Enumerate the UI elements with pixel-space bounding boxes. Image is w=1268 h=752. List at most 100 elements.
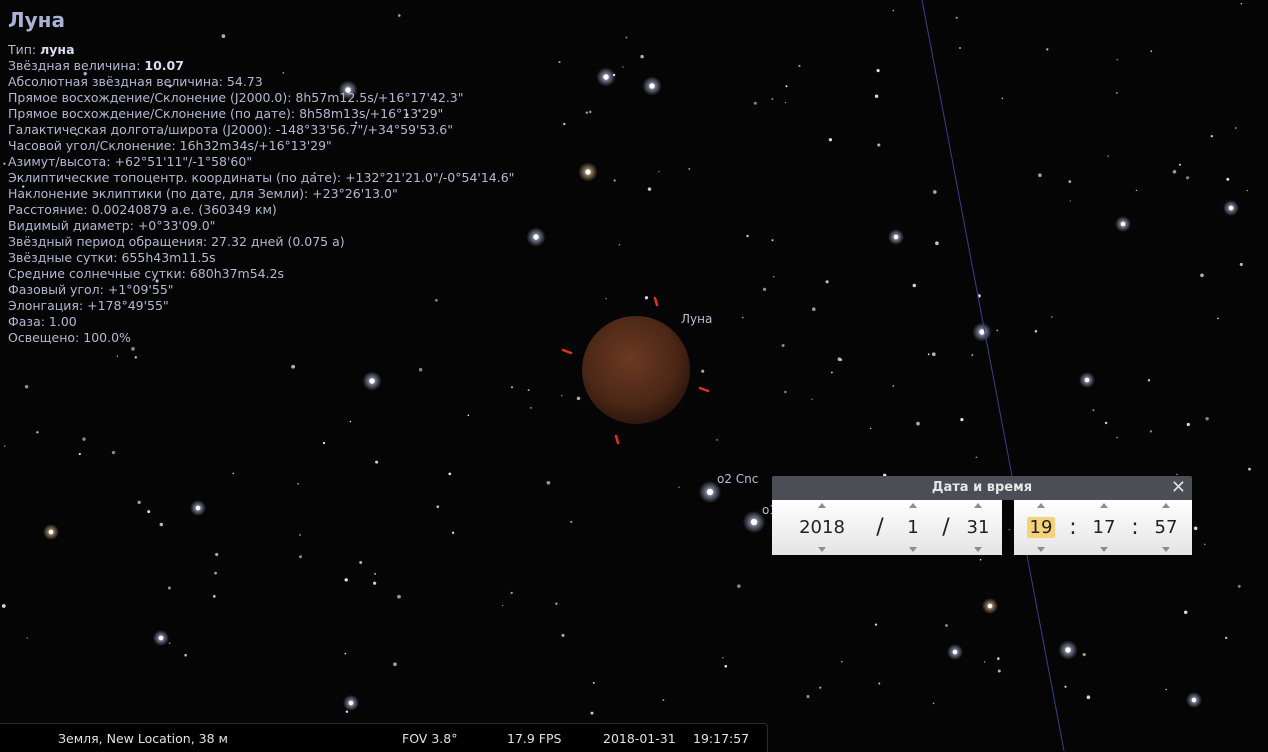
status-fov: FOV 3.8° [402, 731, 458, 746]
star [1150, 50, 1153, 53]
hour-up-arrow-icon[interactable] [1037, 503, 1045, 508]
minute-down-arrow-icon[interactable] [1100, 547, 1108, 552]
month-down-arrow-icon[interactable] [909, 547, 917, 552]
star [195, 505, 201, 511]
star [555, 602, 558, 605]
star [348, 700, 354, 706]
info-row-value: 8h57m12.5s/+16°17'42.3" [295, 90, 464, 105]
star [501, 604, 504, 607]
minute-up-arrow-icon[interactable] [1100, 503, 1108, 508]
info-row-value: 680h37m54.2s [189, 266, 285, 281]
star [874, 623, 878, 626]
minute-spinner[interactable]: 17 [1078, 500, 1130, 555]
star [874, 94, 879, 98]
star [742, 316, 744, 319]
hour-value[interactable]: 19 [1026, 517, 1056, 538]
star [1178, 163, 1181, 166]
star [811, 398, 813, 400]
day-down-arrow-icon[interactable] [974, 547, 982, 552]
star [1069, 200, 1071, 202]
star [644, 296, 649, 300]
star [1176, 473, 1178, 476]
info-row-label: Средние солнечные сутки: [8, 266, 190, 281]
object-name: Луна [8, 8, 65, 32]
month-up-arrow-icon[interactable] [909, 503, 917, 508]
second-up-arrow-icon[interactable] [1162, 503, 1170, 508]
hour-spinner[interactable]: 19 [1014, 500, 1068, 555]
star [983, 661, 986, 663]
star [1149, 430, 1153, 433]
status-time[interactable]: 19:17:57 [693, 731, 749, 746]
star [932, 190, 937, 194]
star [1120, 221, 1126, 227]
star [375, 460, 379, 464]
day-up-arrow-icon[interactable] [974, 503, 982, 508]
star [979, 329, 985, 335]
star [876, 69, 880, 73]
date-fields: 2018 / 1 / 31 [772, 500, 1002, 555]
star [1205, 417, 1209, 421]
info-row: Часовой угол/Склонение: 16h32m34s/+16°13… [8, 138, 514, 154]
star [812, 307, 816, 312]
month-spinner[interactable]: 1 [888, 500, 938, 555]
info-row-value: 27.32 дней (0.075 а) [211, 234, 345, 249]
info-row: Абсолютная звёздная величина: 54.73 [8, 74, 514, 90]
info-row: Прямое восхождение/Склонение (J2000.0): … [8, 90, 514, 106]
star [1172, 170, 1177, 174]
minute-value[interactable]: 17 [1093, 517, 1116, 538]
star [987, 603, 993, 609]
moon-disc[interactable] [582, 316, 690, 424]
date-separator: / [942, 515, 950, 540]
status-bar: Земля, New Location, 38 м FOV 3.8° 17.9 … [0, 723, 768, 752]
star [1165, 688, 1167, 691]
hour-down-arrow-icon[interactable] [1037, 547, 1045, 552]
star [798, 64, 801, 68]
info-row-label: Видимый диаметр: [8, 218, 138, 233]
info-row: Тип: луна [8, 42, 514, 58]
info-row-label: Освещено: [8, 330, 84, 345]
second-spinner[interactable]: 57 [1140, 500, 1192, 555]
star [763, 287, 767, 291]
year-up-arrow-icon[interactable] [818, 503, 826, 508]
star [533, 234, 539, 240]
star [737, 584, 741, 588]
star [3, 162, 6, 165]
star [137, 500, 141, 505]
day-value[interactable]: 31 [967, 517, 990, 538]
second-value[interactable]: 57 [1155, 517, 1178, 538]
dialog-titlebar[interactable]: Дата и время ✕ [772, 476, 1192, 500]
year-value[interactable]: 2018 [799, 517, 845, 538]
month-value[interactable]: 1 [907, 517, 918, 538]
status-date[interactable]: 2018-01-31 [603, 731, 676, 746]
star [724, 664, 728, 668]
star [359, 561, 363, 564]
status-location[interactable]: Земля, New Location, 38 м [58, 731, 228, 746]
info-row-value: +132°21'21.0"/-0°54'14.6" [345, 170, 515, 185]
star [510, 591, 513, 595]
star [510, 386, 514, 389]
star [563, 122, 566, 126]
star [892, 9, 895, 12]
star [1068, 180, 1072, 183]
star [1116, 436, 1118, 439]
star [772, 275, 775, 278]
info-row: Эклиптические топоцентр. координаты (по … [8, 170, 514, 186]
info-row-value: +23°26'13.0" [312, 186, 398, 201]
star [215, 552, 219, 557]
day-spinner[interactable]: 31 [954, 500, 1002, 555]
star [706, 488, 714, 496]
star [1082, 653, 1086, 657]
star [618, 244, 621, 246]
second-down-arrow-icon[interactable] [1162, 547, 1170, 552]
year-down-arrow-icon[interactable] [818, 547, 826, 552]
year-spinner[interactable]: 2018 [772, 500, 872, 555]
star [184, 653, 187, 657]
star [134, 356, 137, 359]
close-icon[interactable]: ✕ [1171, 477, 1186, 499]
star [819, 686, 822, 689]
info-row: Видимый диаметр: +0°33'09.0" [8, 218, 514, 234]
star [467, 414, 470, 417]
star [1116, 59, 1118, 61]
star [1064, 685, 1067, 688]
star [1237, 585, 1241, 588]
